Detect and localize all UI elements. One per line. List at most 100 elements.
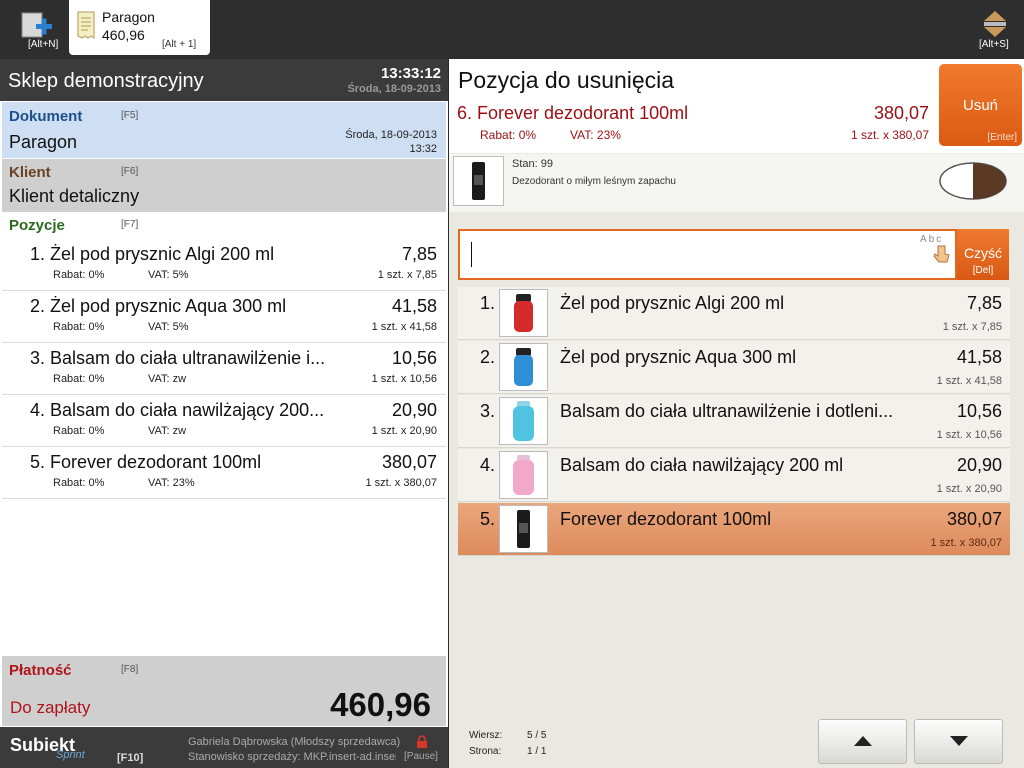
product-number: 2. xyxy=(479,347,495,367)
clock-date: Środa, 18-09-2013 xyxy=(347,83,441,95)
switch-layout-button[interactable]: [Alt+S] xyxy=(976,0,1018,56)
payment-section[interactable]: Płatność [F8] Do zapłaty 460,96 xyxy=(2,656,446,726)
product-price: 10,56 xyxy=(956,401,1002,421)
product-row[interactable]: 4. Balsam do ciała nawilżający 200 ml 20… xyxy=(458,449,1010,502)
amount-due-label: Do zapłaty xyxy=(10,698,91,717)
position-row[interactable]: 2. Żel pod prysznic Aqua 300 ml 41,58 Ra… xyxy=(2,291,446,343)
new-document-icon xyxy=(21,12,52,38)
product-price: 7,85 xyxy=(966,293,1002,313)
scroll-up-button[interactable] xyxy=(818,719,907,764)
payment-section-shortcut: [F8] xyxy=(121,664,139,675)
client-section[interactable]: Klient [F6] Klient detaliczny xyxy=(2,159,446,212)
position-name: 2. Żel pod prysznic Aqua 300 ml xyxy=(30,296,287,316)
product-description: Dezodorant o miłym leśnym zapachu xyxy=(512,176,676,187)
clear-search-button[interactable]: Czyść [Del] xyxy=(957,229,1009,280)
product-number: 1. xyxy=(479,293,495,313)
shower-gel-bottle-icon xyxy=(514,294,533,332)
row-label: Wiersz: xyxy=(469,730,503,741)
half-pie-toggle-icon[interactable] xyxy=(937,160,1009,202)
pause-button[interactable]: [Pause] xyxy=(402,733,442,765)
open-document-amount: 460,96 xyxy=(102,27,145,43)
position-row[interactable]: 1. Żel pod prysznic Algi 200 ml 7,85 Rab… xyxy=(2,239,446,291)
keyboard-hint-icon[interactable]: Abc xyxy=(920,234,954,264)
product-quantity: 1 szt. x 41,58 xyxy=(936,375,1002,387)
product-row[interactable]: 1. Żel pod prysznic Algi 200 ml 7,85 1 s… xyxy=(458,287,1010,340)
product-search-input[interactable] xyxy=(458,229,957,280)
product-price: 20,90 xyxy=(956,455,1002,475)
clock-time: 13:33:12 xyxy=(380,65,441,82)
triangle-down-icon xyxy=(950,736,968,746)
receipt-icon xyxy=(77,11,95,39)
open-document-shortcut: [Alt + 1] xyxy=(162,39,197,50)
removal-item-price: 380,07 xyxy=(873,103,929,123)
row-value: 5 / 5 xyxy=(527,730,547,741)
position-vat: VAT: 23% xyxy=(148,477,195,489)
text-caret xyxy=(471,242,472,267)
product-number: 4. xyxy=(479,455,495,475)
product-quantity: 1 szt. x 7,85 xyxy=(942,321,1002,333)
position-row[interactable]: 4. Balsam do ciała nawilżający 200... 20… xyxy=(2,395,446,447)
removal-item-quantity: 1 szt. x 380,07 xyxy=(850,128,929,142)
product-thumbnail xyxy=(453,156,504,206)
document-section-title: Dokument xyxy=(9,108,83,125)
client-name: Klient detaliczny xyxy=(9,186,140,206)
product-row[interactable]: 3. Balsam do ciała ultranawilżenie i dot… xyxy=(458,395,1010,448)
position-name: 3. Balsam do ciała ultranawilżenie i... xyxy=(30,348,326,368)
remove-button[interactable]: Usuń [Enter] xyxy=(939,64,1022,146)
product-row-selected[interactable]: 5. Forever dezodorant 100ml 380,07 1 szt… xyxy=(458,503,1010,556)
position-quantity: 1 szt. x 380,07 xyxy=(365,477,437,489)
app-logo-subtext: Sprint xyxy=(56,749,85,761)
product-name: Żel pod prysznic Algi 200 ml xyxy=(560,293,785,313)
logged-user: Gabriela Dąbrowska (Młodszy sprzedawca) xyxy=(188,736,401,748)
positions-section-shortcut: [F7] xyxy=(121,219,139,230)
top-toolbar: [Alt+N] Paragon 460,96 [Alt + 1] [Alt+S] xyxy=(0,0,1024,58)
product-number: 5. xyxy=(479,509,495,529)
product-row[interactable]: 2. Żel pod prysznic Aqua 300 ml 41,58 1 … xyxy=(458,341,1010,394)
position-discount: Rabat: 0% xyxy=(53,321,105,333)
lotion-bottle-icon xyxy=(513,401,534,441)
swap-arrows-icon xyxy=(984,11,1006,37)
position-discount: Rabat: 0% xyxy=(53,425,105,437)
deodorant-bottle-icon xyxy=(472,162,485,200)
positions-section-title[interactable]: Pozycje xyxy=(9,217,65,234)
position-row[interactable]: 3. Balsam do ciała ultranawilżenie i... … xyxy=(2,343,446,395)
document-section[interactable]: Dokument [F5] Paragon Środa, 18-09-2013 … xyxy=(2,102,446,158)
app-menu-button[interactable]: Subiekt Sprint [F10] xyxy=(0,727,150,768)
removal-item-vat: VAT: 23% xyxy=(570,128,621,142)
lotion-bottle-icon xyxy=(513,455,534,495)
open-document-tab[interactable]: Paragon 460,96 [Alt + 1] xyxy=(69,0,210,55)
payment-section-title: Płatność xyxy=(9,662,72,679)
product-stock: Stan: 99 xyxy=(512,158,553,170)
document-type: Paragon xyxy=(9,132,78,152)
shower-gel-bottle-icon xyxy=(514,348,533,386)
new-document-shortcut: [Alt+N] xyxy=(28,39,59,50)
removal-title: Pozycja do usunięcia xyxy=(458,67,675,93)
product-price: 41,58 xyxy=(956,347,1002,367)
position-discount: Rabat: 0% xyxy=(53,269,105,281)
position-quantity: 1 szt. x 20,90 xyxy=(371,425,437,437)
sales-station: Stanowisko sprzedaży: MKP.insert-ad.inse… xyxy=(188,751,396,763)
position-quantity: 1 szt. x 41,58 xyxy=(371,321,437,333)
receipt-panel: Sklep demonstracyjny 13:33:12 Środa, 18-… xyxy=(0,59,448,768)
product-price: 380,07 xyxy=(946,509,1002,529)
new-document-button[interactable]: [Alt+N] xyxy=(14,0,66,56)
position-price: 7,85 xyxy=(401,244,437,264)
position-row[interactable]: 5. Forever dezodorant 100ml 380,07 Rabat… xyxy=(2,447,446,499)
open-document-name: Paragon xyxy=(102,9,155,25)
page-label: Strona: xyxy=(469,746,502,757)
switch-layout-shortcut: [Alt+S] xyxy=(979,39,1009,50)
position-quantity: 1 szt. x 10,56 xyxy=(371,373,437,385)
client-section-shortcut: [F6] xyxy=(121,166,139,177)
clear-search-shortcut: [Del] xyxy=(972,265,994,276)
document-section-shortcut: [F5] xyxy=(121,110,139,121)
product-list: 1. Żel pod prysznic Algi 200 ml 7,85 1 s… xyxy=(458,287,1010,717)
position-price: 20,90 xyxy=(391,400,437,420)
scroll-down-button[interactable] xyxy=(914,719,1003,764)
product-name: Żel pod prysznic Aqua 300 ml xyxy=(560,347,797,367)
product-quantity: 1 szt. x 20,90 xyxy=(936,483,1002,495)
product-quantity: 1 szt. x 10,56 xyxy=(936,429,1002,441)
lock-icon xyxy=(417,735,427,748)
position-price: 41,58 xyxy=(391,296,437,316)
position-discount: Rabat: 0% xyxy=(53,477,105,489)
position-price: 380,07 xyxy=(381,452,437,472)
